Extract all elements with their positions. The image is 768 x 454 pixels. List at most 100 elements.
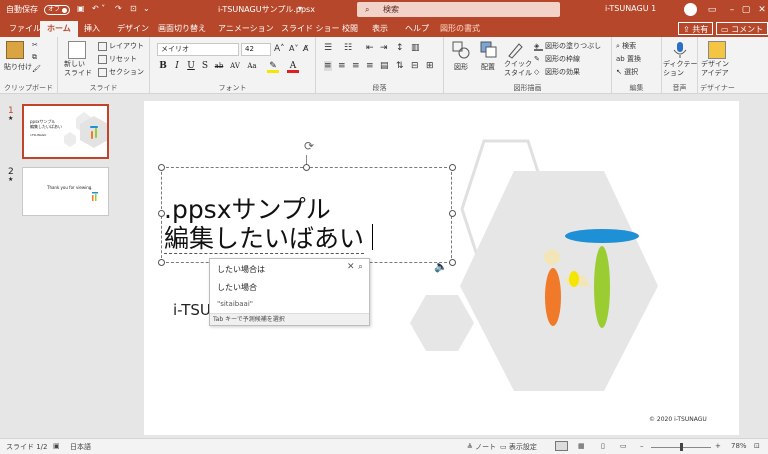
slide-title[interactable]: .ppsxサンプル 編集したいばあい bbox=[164, 195, 373, 254]
shapes-button[interactable]: 図形 bbox=[454, 62, 468, 72]
section-button[interactable]: セクション bbox=[98, 67, 144, 77]
select-button[interactable]: ↖ 選択 bbox=[616, 67, 638, 77]
normal-view-icon[interactable] bbox=[555, 441, 568, 451]
resize-handle[interactable] bbox=[158, 259, 165, 266]
shape-outline-button[interactable]: ✎ 図形の枠線 bbox=[534, 54, 580, 64]
reading-view-icon[interactable]: ▯ bbox=[601, 442, 605, 450]
design-ideas-icon[interactable] bbox=[708, 41, 726, 59]
dictate-button[interactable]: ディクテー ション bbox=[663, 60, 698, 78]
avatar[interactable] bbox=[684, 3, 697, 16]
tab-help[interactable]: ヘルプ bbox=[405, 23, 429, 34]
find-button[interactable]: ⌕ 検索 bbox=[616, 41, 636, 51]
title-dropdown-icon[interactable]: ▾ bbox=[298, 4, 302, 13]
replace-button[interactable]: ab 置換 bbox=[616, 54, 641, 64]
slide-thumbnail-1[interactable]: ppsxサンプル 編集したいばあい i-TSUNAGU bbox=[22, 104, 109, 159]
reset-button[interactable]: リセット bbox=[98, 54, 137, 64]
shadow-button[interactable]: S bbox=[199, 60, 211, 73]
tab-design[interactable]: デザイン bbox=[117, 23, 149, 34]
suggestion-item[interactable]: したい場合 bbox=[217, 282, 257, 293]
format-painter-icon[interactable]: 🖌 bbox=[32, 65, 41, 73]
align-left-icon[interactable]: ≡ bbox=[324, 61, 332, 71]
smartart-icon[interactable]: ⊞ bbox=[426, 61, 434, 71]
microphone-icon[interactable] bbox=[671, 41, 689, 59]
font-size-select[interactable]: 42 bbox=[241, 43, 271, 56]
zoom-level[interactable]: 78% bbox=[731, 442, 747, 450]
rotate-handle-icon[interactable]: ⟳ bbox=[304, 139, 314, 153]
suggestion-item[interactable]: "sitaibaai" bbox=[217, 300, 253, 308]
slide-thumbnail-2[interactable]: Thank you for viewing. bbox=[22, 167, 109, 216]
slide-subtitle[interactable]: i-TSU bbox=[173, 301, 211, 319]
resize-handle[interactable] bbox=[303, 164, 310, 171]
notes-button[interactable]: ≜ ノート bbox=[467, 442, 496, 452]
tab-transitions[interactable]: 画面切り替え bbox=[158, 23, 206, 34]
autosave-toggle[interactable]: オフ bbox=[44, 5, 70, 15]
font-color-icon[interactable]: A bbox=[287, 60, 299, 73]
align-right-icon[interactable]: ≡ bbox=[352, 61, 360, 71]
justify-icon[interactable]: ≡ bbox=[366, 61, 374, 71]
close-icon[interactable]: ✕ bbox=[752, 3, 768, 17]
fit-to-window-icon[interactable]: ⊡ bbox=[754, 442, 760, 450]
resize-handle[interactable] bbox=[449, 164, 456, 171]
underline-button[interactable]: U bbox=[185, 60, 197, 73]
columns-icon[interactable]: ▥ bbox=[411, 43, 420, 53]
font-name-select[interactable]: メイリオ bbox=[157, 43, 239, 56]
strikethrough-button[interactable]: ab bbox=[213, 60, 225, 73]
distributed-icon[interactable]: ▤ bbox=[380, 61, 389, 71]
shrink-font-icon[interactable]: A˅ bbox=[289, 44, 298, 53]
resize-handle[interactable] bbox=[449, 210, 456, 217]
present-icon[interactable]: ⊡ bbox=[130, 4, 137, 13]
comments-button[interactable]: ▭ コメント bbox=[716, 22, 768, 35]
shape-effects-button[interactable]: ◇ 図形の効果 bbox=[534, 67, 580, 77]
numbering-icon[interactable]: ☷ bbox=[344, 43, 352, 53]
align-text-icon[interactable]: ⊟ bbox=[411, 61, 419, 71]
grow-font-icon[interactable]: A˄ bbox=[274, 44, 285, 54]
zoom-in-icon[interactable]: + bbox=[715, 442, 721, 450]
arrange-button[interactable]: 配置 bbox=[481, 62, 495, 72]
redo-icon[interactable]: ↷ bbox=[115, 4, 122, 13]
design-ideas-button[interactable]: デザイン アイデア bbox=[701, 60, 729, 78]
slideshow-view-icon[interactable]: ▭ bbox=[620, 442, 627, 450]
shapes-icon[interactable] bbox=[452, 41, 470, 59]
undo-icon[interactable]: ↶ ˅ bbox=[92, 4, 105, 13]
display-settings-button[interactable]: ▭ 表示設定 bbox=[500, 442, 537, 452]
resize-handle[interactable] bbox=[158, 164, 165, 171]
paste-button[interactable]: 貼り付け bbox=[4, 62, 32, 72]
language-indicator[interactable]: 日本語 bbox=[70, 442, 91, 452]
line-spacing-icon[interactable]: ↕ bbox=[396, 43, 404, 53]
tab-review[interactable]: 校閲 bbox=[342, 23, 358, 34]
speaker-icon[interactable]: 🔈 bbox=[434, 260, 448, 273]
tab-view[interactable]: 表示 bbox=[372, 23, 388, 34]
italic-button[interactable]: I bbox=[171, 60, 183, 73]
slide-sorter-icon[interactable]: ▦ bbox=[578, 442, 585, 450]
resize-handle[interactable] bbox=[449, 259, 456, 266]
share-button[interactable]: ⇪ 共有 bbox=[678, 22, 714, 35]
tab-home[interactable]: ホーム bbox=[40, 21, 78, 37]
copy-icon[interactable]: ⧉ bbox=[32, 53, 37, 62]
quick-styles-icon[interactable] bbox=[506, 41, 524, 59]
tab-shape-format[interactable]: 図形の書式 bbox=[440, 23, 480, 34]
quick-styles-button[interactable]: クイック スタイル bbox=[504, 60, 532, 78]
tab-animations[interactable]: アニメーション bbox=[218, 23, 274, 34]
tab-insert[interactable]: 挿入 bbox=[84, 23, 100, 34]
ribbon-display-icon[interactable]: ▭ bbox=[702, 3, 722, 17]
search-input[interactable]: ⌕ 検索 bbox=[357, 2, 560, 17]
paste-icon[interactable] bbox=[6, 41, 24, 59]
bullets-icon[interactable]: ☰ bbox=[324, 43, 332, 53]
decrease-indent-icon[interactable]: ⇤ bbox=[366, 43, 374, 53]
char-spacing-button[interactable]: AV bbox=[229, 60, 241, 73]
highlight-icon[interactable]: ✎ bbox=[267, 60, 279, 73]
new-slide-button[interactable]: 新しい スライド bbox=[64, 60, 92, 78]
increase-indent-icon[interactable]: ⇥ bbox=[380, 43, 388, 53]
zoom-out-icon[interactable]: – bbox=[640, 442, 644, 450]
save-icon[interactable]: ▣ bbox=[77, 4, 85, 13]
tab-slideshow[interactable]: スライド ショー bbox=[281, 23, 340, 34]
clear-format-icon[interactable]: A̸ bbox=[303, 44, 308, 53]
layout-button[interactable]: レイアウト bbox=[98, 41, 144, 51]
customize-qat-icon[interactable]: ⌄ bbox=[143, 4, 150, 13]
close-icon[interactable]: ✕ bbox=[347, 262, 355, 272]
shape-fill-button[interactable]: ◈ 図形の塗りつぶし bbox=[534, 41, 601, 51]
new-slide-icon[interactable] bbox=[68, 41, 86, 59]
spellcheck-icon[interactable]: ▣ bbox=[53, 442, 60, 450]
search-icon[interactable]: ⌕ bbox=[358, 262, 363, 272]
change-case-button[interactable]: Aa bbox=[246, 60, 258, 73]
